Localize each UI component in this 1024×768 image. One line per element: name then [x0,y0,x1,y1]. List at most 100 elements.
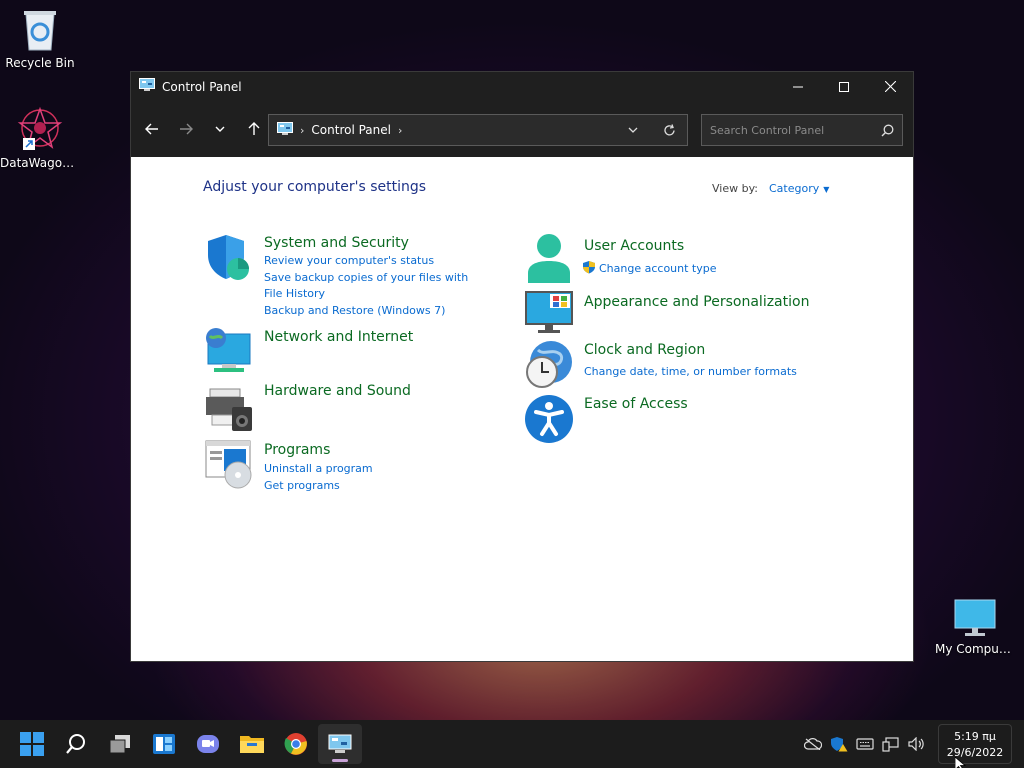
taskbar: 5:19 πμ 29/6/2022 [0,720,1024,768]
triangle-down-icon: ▼ [823,185,830,194]
view-by-dropdown[interactable]: Category ▼ [769,182,829,195]
category-title[interactable]: User Accounts [584,238,684,254]
task-view-icon [109,735,130,754]
search-input[interactable] [710,123,872,137]
navigation-bar: › Control Panel › [131,101,913,157]
widgets-icon [153,734,175,754]
desktop-icon-label: Recycle Bin [5,56,75,70]
category-links: Change account type [582,260,824,277]
category-title[interactable]: Ease of Access [584,396,688,412]
link-uninstall-program[interactable]: Uninstall a program [264,461,504,477]
desktop-icon-label: My Computer [935,642,1015,656]
start-button[interactable] [10,724,54,764]
clock-globe-icon[interactable] [524,340,574,390]
chat-button[interactable] [186,724,230,764]
search-icon [66,734,85,754]
chevron-right-icon[interactable]: › [300,124,304,137]
volume-icon[interactable] [904,737,930,751]
datawagon-icon [17,106,63,152]
keyboard-icon[interactable] [852,738,878,750]
system-tray: 5:19 πμ 29/6/2022 [800,720,1012,768]
recent-locations-button[interactable] [203,114,237,144]
category-title[interactable]: Appearance and Personalization [584,294,809,310]
desktop-icon-datawagon[interactable]: DataWagon... [0,106,80,170]
minimize-icon [793,86,803,87]
category-links: Review your computer's status Save backu… [264,253,504,319]
task-view-button[interactable] [98,724,142,764]
window-title: Control Panel [162,79,242,94]
category-title[interactable]: Network and Internet [264,329,413,345]
address-bar[interactable]: › Control Panel › [268,114,688,146]
maximize-icon [839,81,849,92]
network-icon[interactable] [878,736,904,752]
arrow-right-icon [180,123,193,135]
clock-time: 5:19 πμ [954,730,996,743]
shield-icon[interactable] [204,233,254,283]
page-title: Adjust your computer's settings [203,179,427,195]
link-file-history[interactable]: Save backup copies of your files with Fi… [264,270,489,302]
maximize-button[interactable] [821,72,867,101]
chrome-button[interactable] [274,724,318,764]
mouse-cursor [954,755,967,768]
back-button[interactable] [135,114,169,144]
chrome-icon [284,733,307,755]
arrow-left-icon [145,123,158,135]
forward-button[interactable] [169,114,203,144]
link-backup-restore[interactable]: Backup and Restore (Windows 7) [264,303,504,319]
up-button[interactable] [237,114,271,144]
address-history-button[interactable] [615,127,651,134]
user-icon[interactable] [524,233,574,283]
chevron-down-icon [628,127,638,133]
folder-icon [240,736,264,753]
view-by-label: View by: [712,182,758,195]
content-area: Adjust your computer's settings View by:… [131,157,913,661]
security-warning-icon[interactable] [826,736,852,752]
link-change-date-time[interactable]: Change date, time, or number formats [584,364,844,380]
monitor-icon [953,598,997,638]
recycle-bin-icon [20,8,60,52]
category-title[interactable]: System and Security [264,235,409,251]
control-panel-window: Control Panel › Control Panel › Search C… [130,71,914,662]
clock[interactable]: 5:19 πμ 29/6/2022 [938,724,1012,764]
category-title[interactable]: Hardware and Sound [264,383,411,399]
link-review-status[interactable]: Review your computer's status [264,253,504,269]
desktop-icon-label: DataWagon... [0,156,80,170]
category-title[interactable]: Clock and Region [584,342,705,358]
file-explorer-button[interactable] [230,724,274,764]
link-get-programs[interactable]: Get programs [264,478,504,494]
desktop-icon-my-computer[interactable]: My Computer [935,598,1015,656]
close-button[interactable] [867,72,913,101]
search-box[interactable] [701,114,903,146]
refresh-button[interactable] [651,123,687,137]
category-title[interactable]: Programs [264,442,330,458]
accessibility-icon[interactable] [524,394,574,444]
control-panel-icon [139,78,155,95]
widgets-button[interactable] [142,724,186,764]
link-change-account-type[interactable]: Change account type [582,260,824,277]
search-taskbar-button[interactable] [54,724,98,764]
category-links: Uninstall a program Get programs [264,461,504,494]
clock-date: 29/6/2022 [946,746,1004,759]
search-icon[interactable] [872,124,902,137]
breadcrumb-control-panel[interactable]: Control Panel [311,123,391,137]
network-globe-icon[interactable] [204,326,254,376]
control-panel-taskbar-button[interactable] [318,724,362,764]
control-panel-icon [328,734,352,753]
appearance-monitor-icon[interactable] [524,288,574,338]
chevron-right-icon[interactable]: › [398,124,402,137]
uac-shield-icon [583,261,595,274]
chevron-down-icon [215,126,225,132]
printer-speaker-icon[interactable] [204,385,254,435]
desktop-icon-recycle-bin[interactable]: Recycle Bin [0,8,80,70]
onedrive-offline-icon[interactable] [800,738,826,750]
programs-disc-icon[interactable] [204,439,254,489]
minimize-button[interactable] [775,72,821,101]
running-indicator [332,759,348,762]
refresh-icon [663,123,675,135]
close-icon [884,81,896,92]
control-panel-icon [277,121,293,139]
title-bar[interactable]: Control Panel [131,72,913,101]
category-links: Change date, time, or number formats [584,364,844,380]
chat-icon [197,735,219,753]
windows-logo-icon [20,732,44,756]
